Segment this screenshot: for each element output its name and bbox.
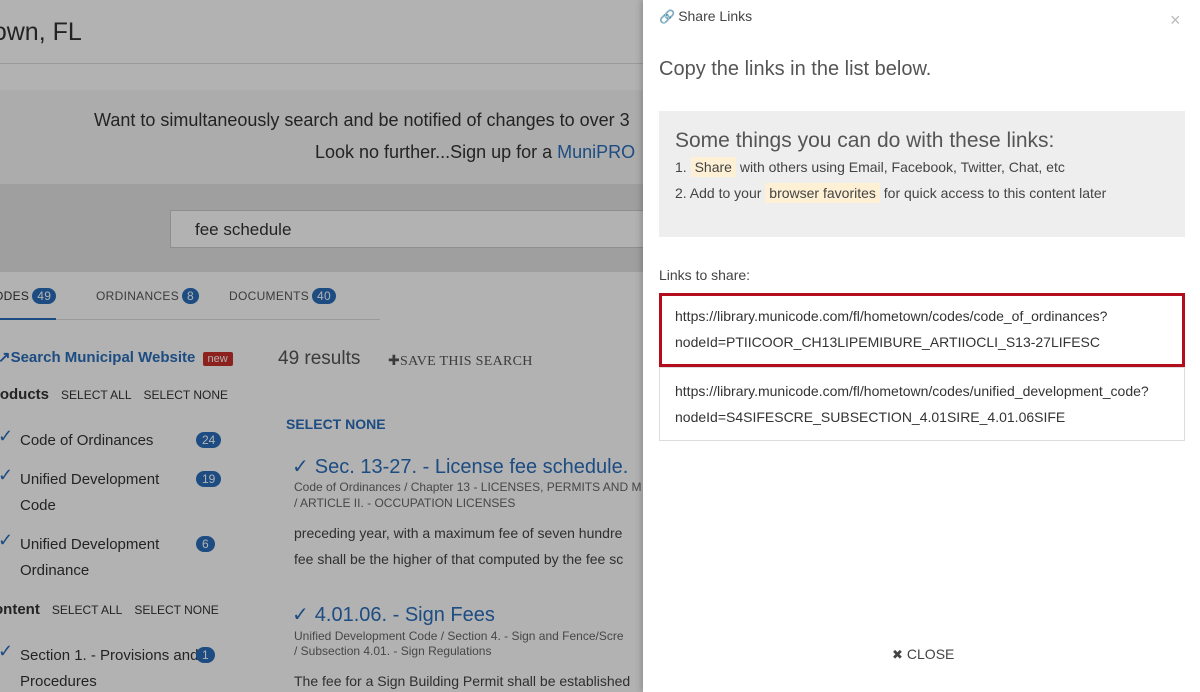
close-label: CLOSE	[906, 646, 955, 662]
share-link-2-line-1: https://library.municode.com/fl/hometown…	[675, 383, 1149, 399]
tip-1-number: 1.	[675, 159, 687, 175]
tip-2-highlight: browser favorites	[765, 183, 880, 203]
close-x-icon: ✖	[892, 647, 903, 662]
panel-header-text: Share Links	[678, 8, 753, 24]
tip-1-highlight: Share	[690, 157, 736, 177]
tip-2-prefix: 2. Add to your	[675, 185, 762, 201]
share-link-1-line-1: https://library.municode.com/fl/hometown…	[675, 308, 1108, 324]
panel-header: 🔗 Share Links	[659, 8, 752, 25]
links-label: Links to share:	[659, 267, 751, 283]
tip-2-text: for quick access to this content later	[883, 185, 1107, 201]
share-link-2-line-2: nodeId=S4SIFESCRE_SUBSECTION_4.01SIRE_4.…	[675, 409, 1066, 425]
close-icon[interactable]: ×	[1170, 10, 1181, 31]
tip-1: 1. Share with others using Email, Facebo…	[675, 157, 1065, 177]
share-link-1[interactable]: https://library.municode.com/fl/hometown…	[659, 293, 1185, 367]
link-icon: 🔗	[659, 9, 676, 24]
share-link-1-line-2: nodeId=PTIICOOR_CH13LIPEMIBURE_ARTIIOCLI…	[675, 334, 1100, 350]
tips-box: Some things you can do with these links:…	[659, 111, 1185, 237]
close-button[interactable]: ✖ CLOSE	[892, 646, 954, 663]
tip-1-text: with others using Email, Facebook, Twitt…	[739, 159, 1065, 175]
panel-subtitle: Copy the links in the list below.	[659, 58, 932, 80]
share-links-panel: 🔗 Share Links × Copy the links in the lis…	[643, 0, 1200, 692]
share-link-2[interactable]: https://library.municode.com/fl/hometown…	[659, 367, 1185, 441]
tips-heading: Some things you can do with these links:	[675, 129, 1055, 152]
tip-2: 2. Add to your browser favorites for qui…	[675, 183, 1107, 203]
